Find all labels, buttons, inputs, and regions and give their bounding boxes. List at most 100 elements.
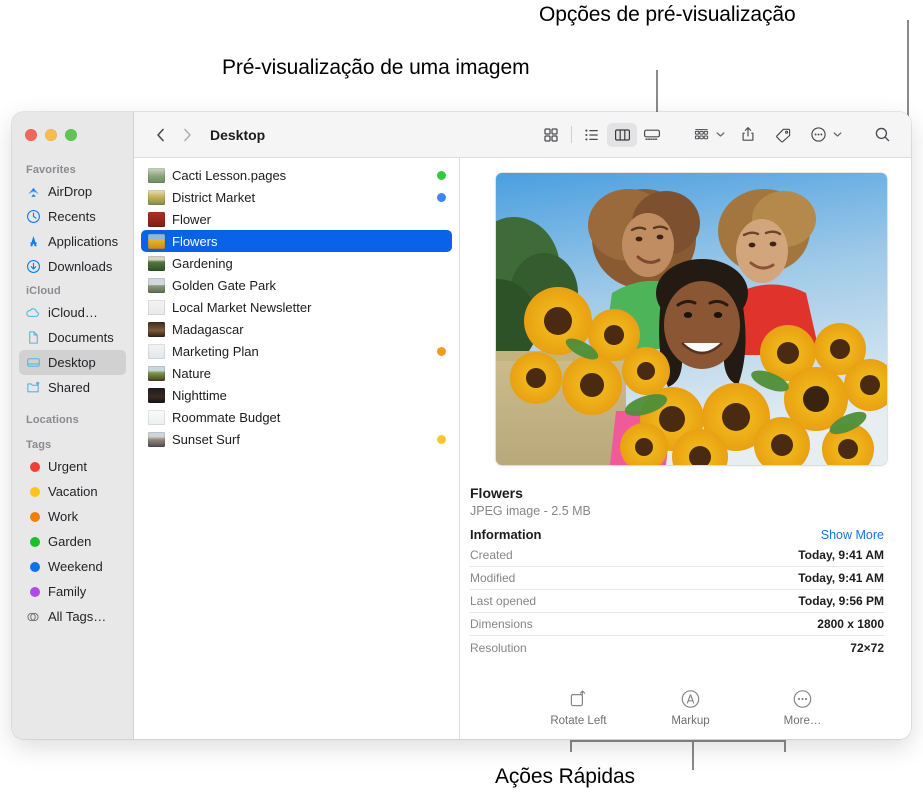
column-view-button[interactable]	[607, 123, 637, 147]
tag-dot-icon	[25, 584, 41, 600]
sidebar-section-locations: Locations	[12, 400, 133, 429]
sidebar-item-desktop[interactable]: Desktop	[19, 350, 126, 375]
info-value: Today, 9:41 AM	[798, 548, 884, 562]
sidebar-item-documents[interactable]: Documents	[19, 325, 126, 350]
tags-button[interactable]	[768, 123, 798, 147]
sidebar-item-tag-urgent[interactable]: Urgent	[19, 454, 126, 479]
sidebar-item-icloud[interactable]: iCloud…	[19, 300, 126, 325]
tag-dot-icon	[25, 459, 41, 475]
panes: Cacti Lesson.pages District Market Flowe…	[134, 158, 911, 739]
quick-action-label: Rotate Left	[550, 715, 606, 727]
info-key: Modified	[470, 571, 515, 585]
window-controls	[12, 112, 133, 158]
file-name: Gardening	[172, 256, 446, 271]
share-button[interactable]	[733, 123, 763, 147]
file-list[interactable]: Cacti Lesson.pages District Market Flowe…	[134, 158, 460, 739]
sidebar-label: AirDrop	[48, 184, 92, 199]
minimize-button[interactable]	[45, 129, 57, 141]
info-section: Flowers JPEG image - 2.5 MB Information …	[460, 465, 911, 678]
sidebar-label: Work	[48, 509, 78, 524]
info-value: Today, 9:41 AM	[798, 571, 884, 585]
file-row-marketing-plan[interactable]: Marketing Plan	[141, 340, 452, 362]
sidebar-section-favorites: Favorites	[12, 158, 133, 179]
info-row-created: Created Today, 9:41 AM	[470, 544, 884, 567]
search-button[interactable]	[867, 123, 897, 147]
image-thumb-icon	[148, 256, 165, 271]
information-heading: Information	[470, 527, 542, 542]
file-name: District Market	[172, 190, 431, 205]
file-row-flower[interactable]: Flower	[141, 208, 452, 230]
image-thumb-icon	[148, 322, 165, 337]
show-more-link[interactable]: Show More	[821, 528, 884, 542]
airdrop-icon	[25, 184, 41, 200]
file-tag-dot	[437, 347, 446, 356]
sidebar-item-recents[interactable]: Recents	[19, 204, 126, 229]
sidebar-item-tag-garden[interactable]: Garden	[19, 529, 126, 554]
file-name: Flowers	[172, 234, 446, 249]
file-row-flowers[interactable]: Flowers	[141, 230, 452, 252]
bracket-top-quick-actions	[570, 740, 786, 742]
quick-action-more[interactable]: More…	[766, 687, 840, 727]
image-thumb-icon	[148, 278, 165, 293]
sidebar-item-all-tags[interactable]: All Tags…	[19, 604, 126, 629]
sidebar-item-tag-work[interactable]: Work	[19, 504, 126, 529]
gallery-view-button[interactable]	[637, 123, 667, 147]
list-view-button[interactable]	[577, 123, 607, 147]
close-button[interactable]	[25, 129, 37, 141]
preview-image	[496, 173, 887, 465]
annotation-image-preview: Pré-visualização de uma imagem	[222, 56, 529, 80]
sidebar-item-tag-weekend[interactable]: Weekend	[19, 554, 126, 579]
finder-window: Favorites AirDrop	[12, 112, 911, 739]
file-row-gardening[interactable]: Gardening	[141, 252, 452, 274]
preview-file-name: Flowers	[470, 485, 884, 501]
info-row-dimensions: Dimensions 2800 x 1800	[470, 613, 884, 636]
sidebar-label: Documents	[48, 330, 114, 345]
group-by-button[interactable]	[686, 123, 716, 147]
quick-action-markup[interactable]: Markup	[654, 687, 728, 727]
file-row-roommate-budget[interactable]: Roommate Budget	[141, 406, 452, 428]
forward-button[interactable]	[174, 122, 200, 148]
preview-pane: Flowers JPEG image - 2.5 MB Information …	[460, 158, 911, 739]
applications-icon	[25, 234, 41, 250]
zoom-button[interactable]	[65, 129, 77, 141]
document-icon	[25, 330, 41, 346]
file-name: Madagascar	[172, 322, 446, 337]
more-actions-button[interactable]	[803, 123, 833, 147]
sidebar-item-applications[interactable]: Applications	[19, 229, 126, 254]
file-row-sunset-surf[interactable]: Sunset Surf	[141, 428, 452, 450]
sidebar-item-airdrop[interactable]: AirDrop	[19, 179, 126, 204]
info-value: 2800 x 1800	[817, 617, 884, 631]
downloads-icon	[25, 259, 41, 275]
file-row-nighttime[interactable]: Nighttime	[141, 384, 452, 406]
doc-thumb-icon	[148, 344, 165, 359]
sidebar-section-icloud: iCloud	[12, 279, 133, 300]
sidebar-label: Shared	[48, 380, 90, 395]
chevron-down-icon-more[interactable]	[831, 131, 843, 138]
sidebar-item-tag-family[interactable]: Family	[19, 579, 126, 604]
file-tag-dot	[437, 171, 446, 180]
file-row-local-market-newsletter[interactable]: Local Market Newsletter	[141, 296, 452, 318]
toolbar-divider	[571, 126, 572, 143]
icon-view-button[interactable]	[536, 123, 566, 147]
image-thumb-icon	[148, 388, 165, 403]
sidebar-item-tag-vacation[interactable]: Vacation	[19, 479, 126, 504]
toolbar: Desktop	[134, 112, 911, 158]
pages-thumb-icon	[148, 168, 165, 183]
sidebar-item-downloads[interactable]: Downloads	[19, 254, 126, 279]
sidebar-section-tags: Tags	[12, 429, 133, 454]
file-row-nature[interactable]: Nature	[141, 362, 452, 384]
chevron-down-icon[interactable]	[714, 131, 726, 138]
quick-action-rotate-left[interactable]: Rotate Left	[542, 687, 616, 727]
file-row-district-market[interactable]: District Market	[141, 186, 452, 208]
back-button[interactable]	[148, 122, 174, 148]
bracket-right-quick-actions	[784, 740, 786, 752]
toolbar-actions	[686, 123, 897, 147]
leader-line-quick-actions	[692, 740, 694, 770]
shared-folder-icon	[25, 380, 41, 396]
file-row-golden-gate-park[interactable]: Golden Gate Park	[141, 274, 452, 296]
info-row-resolution: Resolution 72×72	[470, 636, 884, 659]
sidebar-item-shared[interactable]: Shared	[19, 375, 126, 400]
sidebar-label: Downloads	[48, 259, 112, 274]
file-row-cacti-lesson[interactable]: Cacti Lesson.pages	[141, 164, 452, 186]
file-row-madagascar[interactable]: Madagascar	[141, 318, 452, 340]
